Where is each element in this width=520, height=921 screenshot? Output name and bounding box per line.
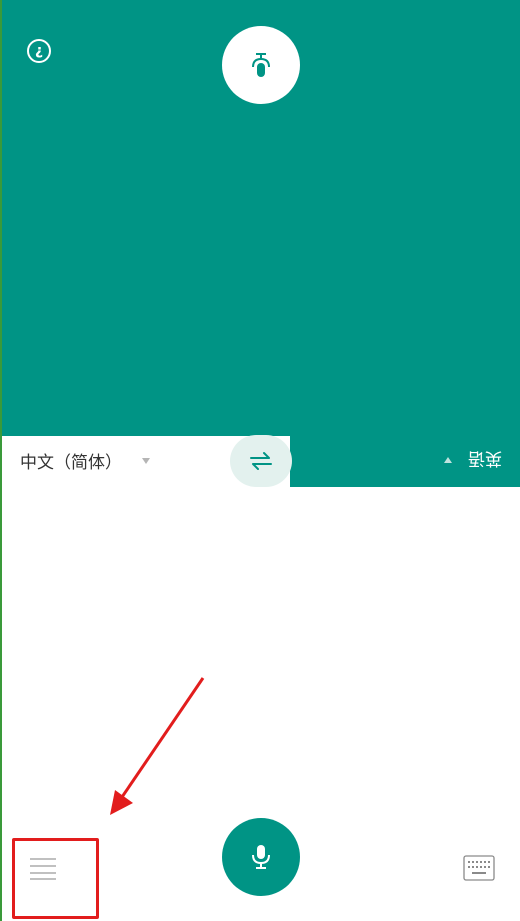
target-language-label: 英语 bbox=[468, 448, 502, 468]
target-language-selector[interactable]: 英语 bbox=[444, 448, 502, 473]
keyboard-icon[interactable] bbox=[463, 855, 495, 881]
microphone-icon-upside-down bbox=[252, 53, 270, 77]
swap-arrows-icon bbox=[250, 452, 272, 470]
menu-lines-icon[interactable] bbox=[30, 857, 56, 881]
source-language-selector[interactable]: 中文（简体） bbox=[20, 448, 150, 473]
dropdown-arrow-icon bbox=[142, 457, 150, 464]
dropdown-arrow-icon bbox=[444, 457, 452, 464]
source-language-label: 中文（简体） bbox=[20, 453, 122, 473]
info-icon[interactable]: ? bbox=[27, 39, 51, 63]
microphone-icon bbox=[252, 845, 270, 869]
swap-languages-button[interactable] bbox=[230, 435, 292, 487]
mic-button-top[interactable] bbox=[222, 26, 300, 104]
mic-button-bottom[interactable] bbox=[222, 818, 300, 896]
